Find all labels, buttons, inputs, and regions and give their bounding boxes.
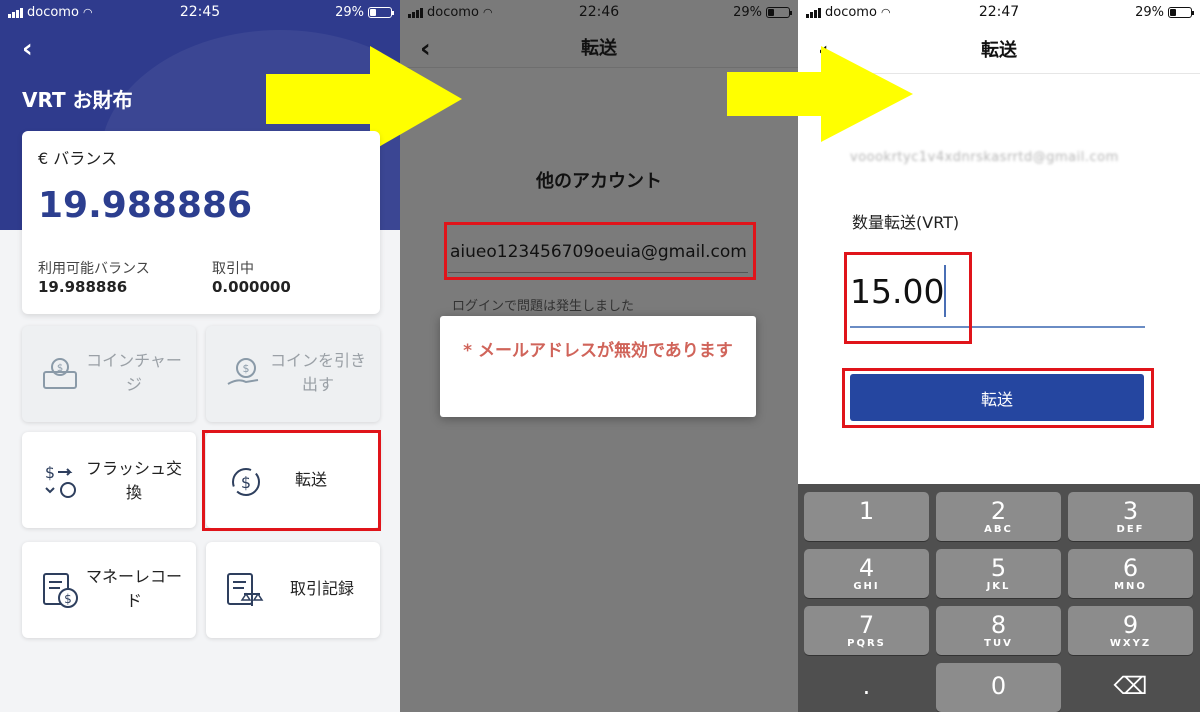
key-1[interactable]: 1 xyxy=(804,492,929,541)
highlight-box xyxy=(202,430,381,531)
key-7[interactable]: 7 PQRS xyxy=(804,606,929,655)
backspace-key[interactable]: ⌫ xyxy=(1068,663,1193,712)
balance-card: € バランス 19.988886 利用可能バランス 19.988886 取引中 … xyxy=(22,131,380,314)
key-0[interactable]: 0 xyxy=(936,663,1061,712)
coin-charge-button[interactable]: $ コインチャージ xyxy=(22,326,196,422)
key-9[interactable]: 9 WXYZ xyxy=(1068,606,1193,655)
section-heading: 他のアカウント xyxy=(536,171,662,192)
tile-label: コインチャージ xyxy=(86,351,182,394)
coin-withdraw-button[interactable]: $ コインを引き出す xyxy=(206,326,380,422)
backspace-icon: ⌫ xyxy=(1113,672,1148,700)
available-balance-label: 利用可能バランス xyxy=(38,261,150,277)
tile-label: マネーレコード xyxy=(85,567,182,610)
quantity-label: 数量転送(VRT) xyxy=(852,213,960,232)
battery-percent: 29% xyxy=(733,5,762,20)
numeric-keypad: 1 2 ABC 3 DEF 4 GHI 5 JKL 6 MNO 7 PQRS 8 TUV 9W… xyxy=(798,484,1200,712)
status-bar: docomo ◠ 22:45 29% xyxy=(0,0,400,24)
key-decimal[interactable]: . xyxy=(804,663,929,712)
tile-label: フラッシュ交換 xyxy=(85,459,182,502)
battery-percent: 29% xyxy=(335,5,364,20)
key-3[interactable]: 3 DEF xyxy=(1068,492,1193,541)
coin-withdraw-icon: $ xyxy=(227,358,259,385)
balance-label: € バランス xyxy=(38,149,117,168)
tile-label: 取引記録 xyxy=(289,579,354,598)
transaction-record-button[interactable]: 取引記録 xyxy=(206,542,380,638)
recipient-address: voookrtyc1v4xdnrskasrrtd@gmail.com xyxy=(850,150,1119,165)
highlight-box xyxy=(844,252,972,344)
error-message: * メールアドレスが無効であります xyxy=(463,341,733,361)
pending-label: 取引中 xyxy=(212,261,254,277)
pending-value: 0.000000 xyxy=(212,278,291,296)
status-bar: docomo ◠ 22:46 29% xyxy=(400,0,798,24)
login-hint: ログインで問題は発生しました xyxy=(452,299,635,314)
coin-charge-icon: $ xyxy=(43,358,77,389)
status-bar: docomo ◠ 22:47 29% xyxy=(798,0,1200,24)
highlight-box xyxy=(444,222,756,280)
battery-icon xyxy=(368,7,394,18)
balance-value: 19.988886 xyxy=(38,185,253,226)
flash-exchange-icon: $ xyxy=(45,463,76,498)
battery-icon xyxy=(1168,7,1194,18)
key-4[interactable]: 4 GHI xyxy=(804,549,929,598)
money-record-icon: $ xyxy=(43,573,78,608)
key-2[interactable]: 2 ABC xyxy=(936,492,1061,541)
key-5[interactable]: 5 JKL xyxy=(936,549,1061,598)
battery-icon xyxy=(766,7,792,18)
tile-label: コインを引き出す xyxy=(269,351,366,394)
page-title: VRT お財布 xyxy=(22,88,133,112)
battery-percent: 29% xyxy=(1135,5,1164,20)
available-balance-value: 19.988886 xyxy=(38,278,128,296)
key-6[interactable]: 6 MNO xyxy=(1068,549,1193,598)
key-8[interactable]: 8 TUV xyxy=(936,606,1061,655)
back-arrow-icon[interactable]: ‹ xyxy=(22,34,33,64)
money-record-button[interactable]: $ マネーレコード xyxy=(22,542,196,638)
error-alert[interactable]: * メールアドレスが無効であります xyxy=(440,316,756,417)
svg-text:$: $ xyxy=(64,592,72,606)
transaction-record-icon xyxy=(227,573,264,606)
highlight-box xyxy=(842,368,1154,428)
svg-text:$: $ xyxy=(243,362,250,375)
arrow-right-icon xyxy=(727,46,913,142)
svg-text:$: $ xyxy=(45,463,55,482)
svg-text:$: $ xyxy=(57,363,63,374)
flash-exchange-button[interactable]: $ フラッシュ交換 xyxy=(22,432,196,528)
